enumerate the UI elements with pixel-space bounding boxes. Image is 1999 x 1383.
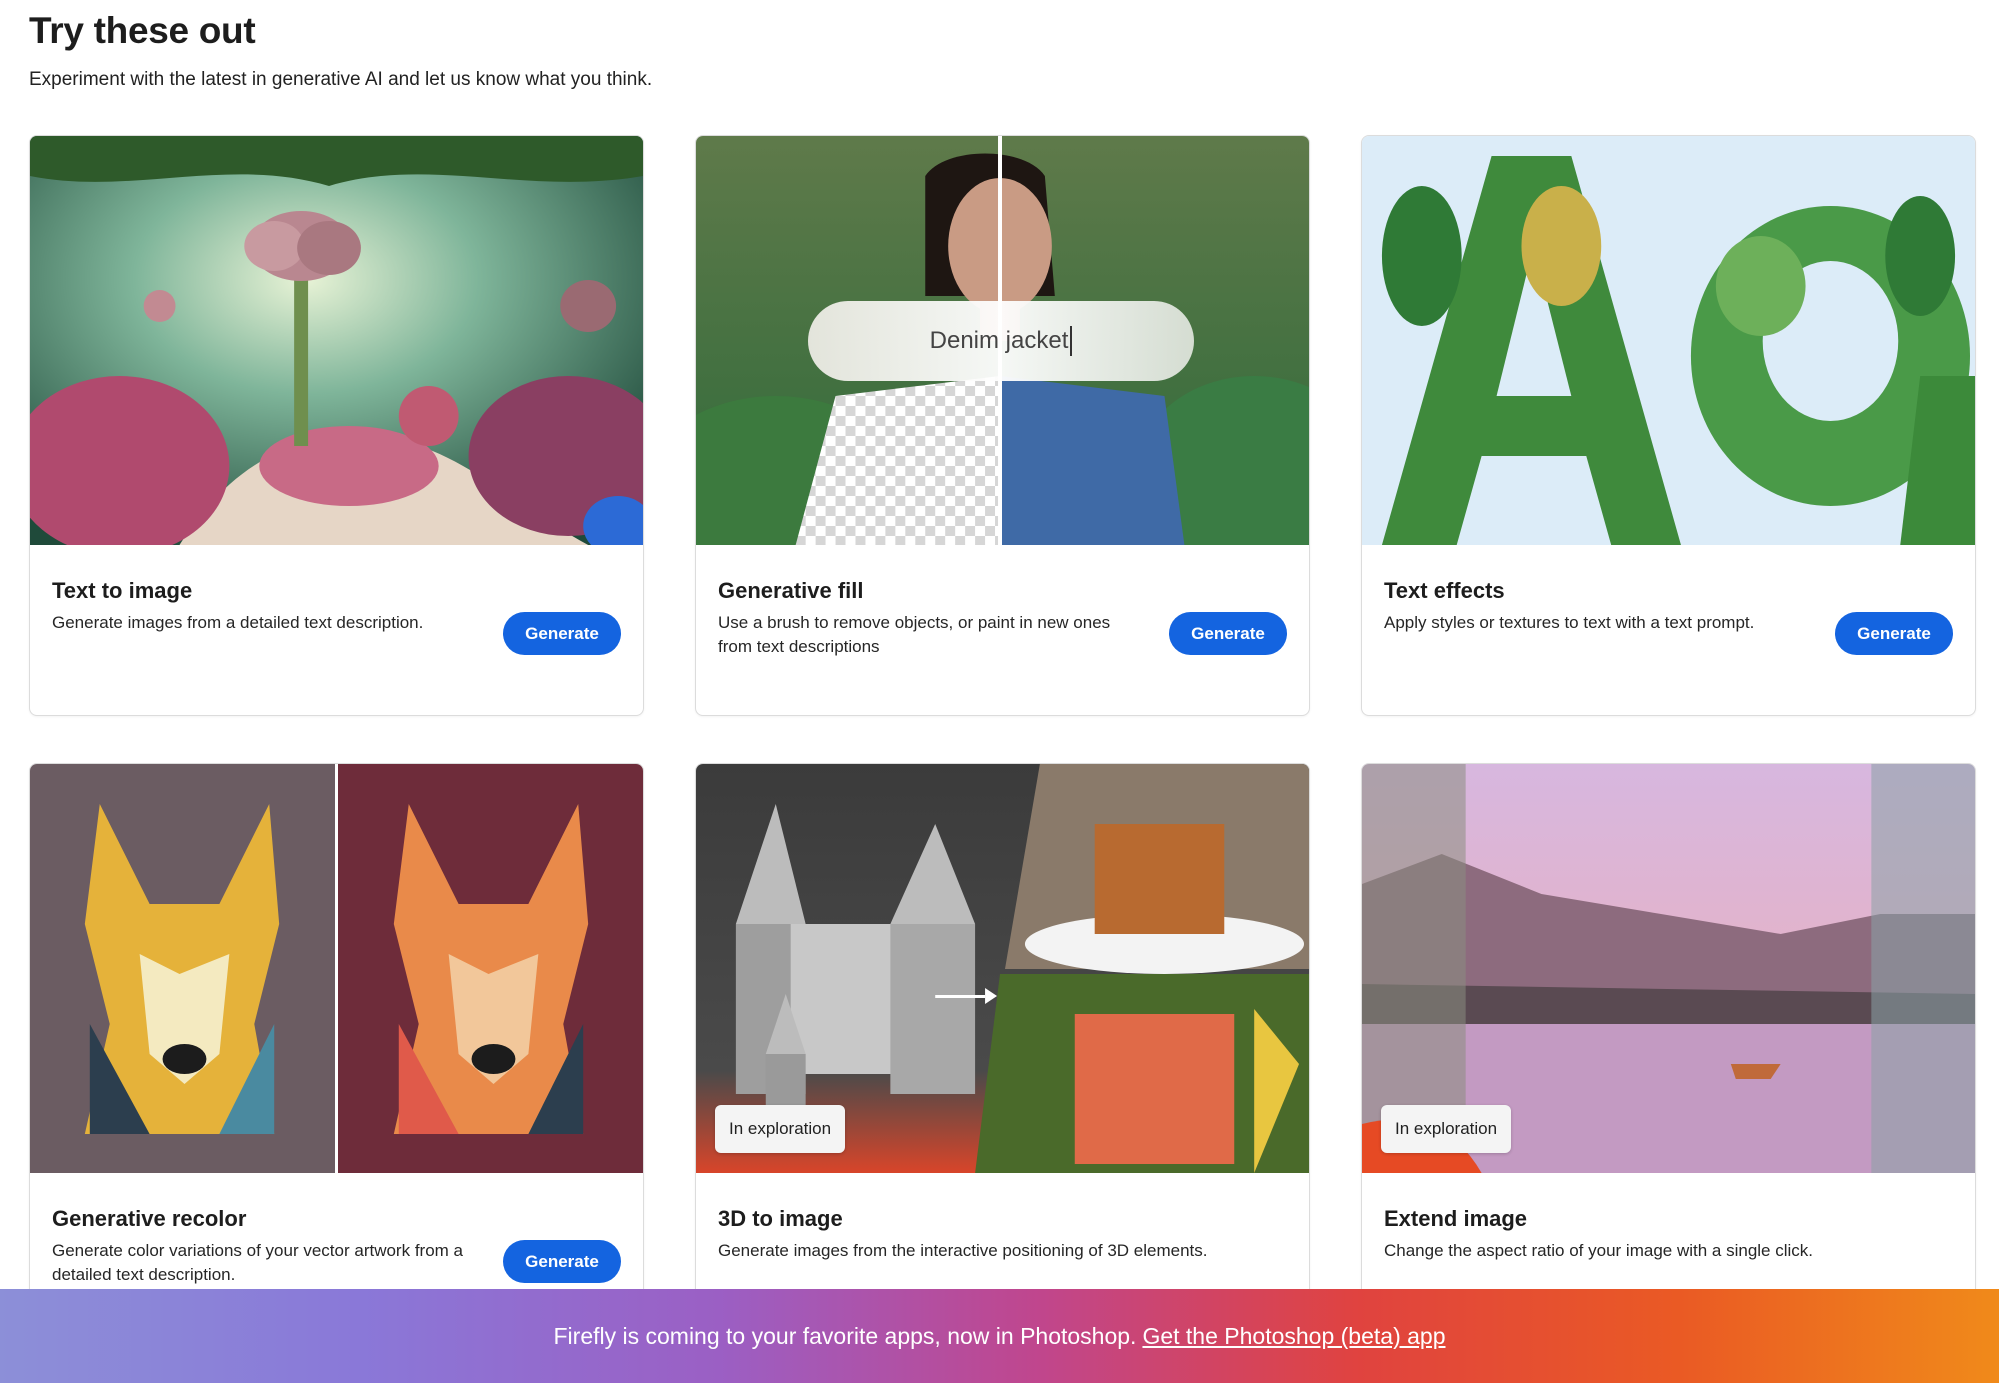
card-body: Generative fill Use a brush to remove ob… [696, 545, 1309, 715]
generate-button[interactable]: Generate [1169, 612, 1287, 655]
card-title: Extend image [1384, 1206, 1528, 1231]
card-description: Change the aspect ratio of your image wi… [1384, 1241, 1814, 1260]
prompt-input: Denim jacket [808, 301, 1194, 381]
card-description: Generate images from a detailed text des… [52, 613, 424, 632]
card-description: Generate color variations of your vector… [52, 1241, 463, 1284]
card-body: Text to image Generate images from a det… [30, 545, 643, 715]
card-title: Generative fill [718, 578, 864, 603]
portrait-fill-image: Denim jacket [696, 136, 1309, 545]
card-text-effects[interactable]: Text effects Apply styles or textures to… [1361, 135, 1976, 716]
card-3d-to-image[interactable]: In exploration 3D to image Generate imag… [695, 763, 1310, 1344]
card-description: Use a brush to remove objects, or paint … [718, 613, 1111, 656]
card-generative-fill[interactable]: Denim jacket Generative fill Use a brush… [695, 135, 1310, 716]
status-badge: In exploration [1381, 1105, 1512, 1153]
leaf-letters-image [1362, 136, 1975, 545]
page-title: Try these out [29, 10, 256, 51]
card-title: Text effects [1384, 578, 1505, 603]
card-text-to-image[interactable]: Text to image Generate images from a det… [29, 135, 644, 716]
card-description: Apply styles or textures to text with a … [1384, 613, 1755, 632]
card-extend-image[interactable]: In exploration Extend image Change the a… [1361, 763, 1976, 1344]
generate-button[interactable]: Generate [1835, 612, 1953, 655]
prompt-text: Denim jacket [929, 327, 1069, 354]
photoshop-beta-link[interactable]: Get the Photoshop (beta) app [1142, 1323, 1445, 1350]
page: Try these out Experiment with the latest… [0, 0, 1999, 1383]
banner-text: Firefly is coming to your favorite apps,… [553, 1322, 1137, 1349]
card-title: Text to image [52, 578, 193, 603]
card-generative-recolor[interactable]: Generative recolor Generate color variat… [29, 763, 644, 1344]
dog-recolor-image [30, 764, 643, 1173]
promo-banner: Firefly is coming to your favorite apps,… [0, 1289, 1999, 1383]
fantasy-garden-image [30, 136, 643, 545]
card-description: Generate images from the interactive pos… [718, 1241, 1208, 1260]
page-subtitle: Experiment with the latest in generative… [29, 69, 653, 90]
section-header: Try these out Experiment with the latest… [29, 8, 652, 92]
generate-button[interactable]: Generate [503, 612, 621, 655]
status-badge: In exploration [715, 1105, 846, 1153]
text-caret [1070, 326, 1073, 356]
card-title: 3D to image [718, 1206, 843, 1231]
castle-3d-image: In exploration [696, 764, 1309, 1173]
generate-button[interactable]: Generate [503, 1240, 621, 1283]
card-title: Generative recolor [52, 1206, 247, 1231]
card-body: Text effects Apply styles or textures to… [1362, 545, 1975, 715]
lake-landscape-image: In exploration [1362, 764, 1975, 1173]
